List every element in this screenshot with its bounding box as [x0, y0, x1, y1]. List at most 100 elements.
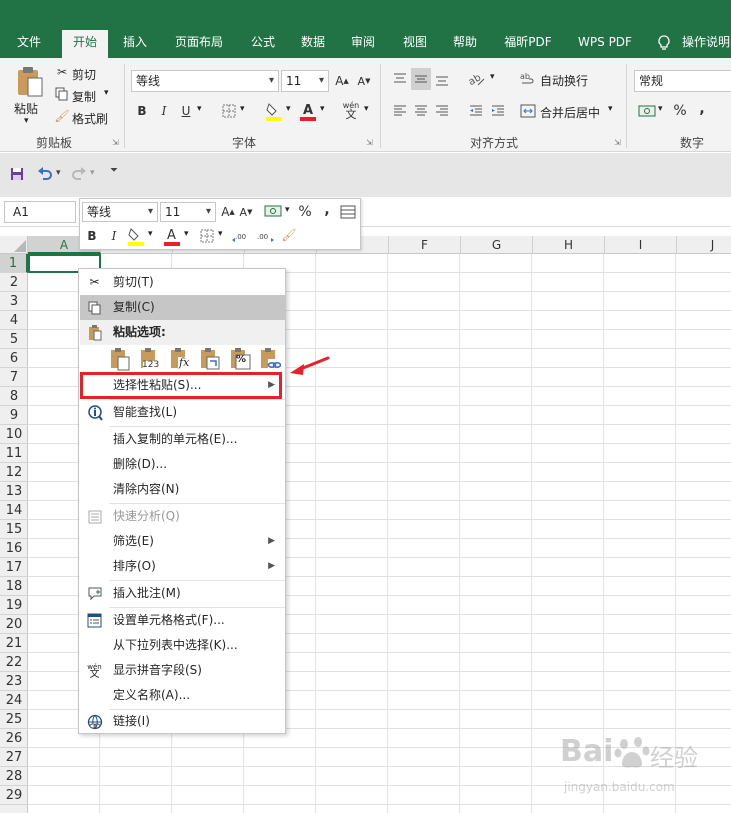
row-header-1[interactable]: 1 [0, 254, 28, 273]
tab-file[interactable]: 文件 [6, 30, 52, 58]
menu-item-delete[interactable]: 删除(D)... [80, 452, 285, 477]
row-header-12[interactable]: 12 [0, 463, 28, 482]
chevron-down-icon[interactable]: ▾ [285, 205, 290, 215]
mini-font-dropdown[interactable]: 等线 ▾ [82, 202, 158, 222]
column-header-f[interactable]: F [389, 236, 461, 254]
menu-item-format-cells[interactable]: 设置单元格格式(F)... [80, 608, 285, 633]
paste-formulas-icon[interactable]: fx [169, 347, 191, 371]
wrap-text-icon[interactable]: ab [518, 68, 538, 90]
tab-review[interactable]: 审阅 [340, 30, 386, 58]
border-icon[interactable] [220, 102, 238, 120]
increase-indent-icon[interactable] [488, 100, 508, 122]
mini-percent-button[interactable]: % [296, 203, 314, 221]
row-header-21[interactable]: 21 [0, 634, 28, 653]
row-header-9[interactable]: 9 [0, 406, 28, 425]
italic-button[interactable]: I [156, 102, 172, 120]
mini-size-dropdown[interactable]: 11 ▾ [160, 202, 216, 222]
save-icon[interactable] [8, 165, 26, 183]
orientation-icon[interactable]: ab [466, 68, 488, 90]
column-header-h[interactable]: H [533, 236, 605, 254]
row-header-2[interactable]: 2 [0, 273, 28, 292]
row-header-26[interactable]: 26 [0, 729, 28, 748]
chevron-down-icon[interactable]: ▾ [184, 229, 189, 239]
cut-button[interactable]: 剪切 [72, 66, 96, 83]
row-header-25[interactable]: 25 [0, 710, 28, 729]
row-header-29[interactable]: 29 [0, 786, 28, 805]
menu-item-cut[interactable]: ✂ 剪切(T) [80, 270, 285, 295]
row-header-23[interactable]: 23 [0, 672, 28, 691]
fill-color-icon[interactable] [264, 100, 284, 122]
shrink-font-icon[interactable]: A ▼ [238, 203, 254, 221]
chevron-down-icon[interactable]: ▾ [286, 104, 291, 114]
shrink-font-icon[interactable]: A ▼ [356, 72, 372, 90]
row-header-19[interactable]: 19 [0, 596, 28, 615]
menu-item-smart-lookup[interactable]: 智能查找(L) [80, 400, 285, 425]
chevron-down-icon[interactable]: ▾ [658, 104, 663, 114]
row-header-8[interactable]: 8 [0, 387, 28, 406]
row-header-28[interactable]: 28 [0, 767, 28, 786]
paste-default-icon[interactable] [109, 347, 131, 371]
row-header-10[interactable]: 10 [0, 425, 28, 444]
paste-values-icon[interactable]: 123 [139, 347, 161, 371]
paste-button[interactable]: 粘贴 [14, 100, 38, 117]
font-color-icon[interactable]: A [298, 100, 318, 122]
mini-bold-button[interactable]: B [84, 227, 100, 245]
grow-font-icon[interactable]: A ▲ [220, 203, 236, 221]
format-table-icon[interactable] [338, 203, 358, 221]
customize-qat-icon[interactable]: ⏷ [110, 165, 118, 176]
tab-wps-pdf[interactable]: WPS PDF [570, 30, 640, 58]
menu-item-filter[interactable]: 筛选(E) ▶ [80, 529, 285, 554]
column-header-j[interactable]: J [677, 236, 731, 254]
chevron-down-icon[interactable]: ▾ [320, 104, 325, 114]
copy-button[interactable]: 复制 [72, 88, 96, 105]
chevron-down-icon[interactable]: ▾ [490, 72, 495, 82]
row-header-3[interactable]: 3 [0, 292, 28, 311]
increase-decimal-icon[interactable]: .00 [230, 227, 252, 245]
align-center-icon[interactable] [411, 100, 431, 122]
row-header-7[interactable]: 7 [0, 368, 28, 387]
font-size-dropdown[interactable]: 11 ▾ [281, 70, 329, 92]
number-format-dropdown[interactable]: 常规 [634, 70, 731, 92]
chevron-down-icon[interactable]: ▾ [240, 104, 245, 114]
menu-item-insert-comment[interactable]: 插入批注(M) [80, 581, 285, 606]
menu-item-link[interactable]: 链接(I) [80, 709, 285, 734]
font-name-dropdown[interactable]: 等线 ▾ [131, 70, 279, 92]
menu-item-show-phonetic[interactable]: wén 文显示拼音字段(S) [80, 658, 285, 683]
dialog-launcher-icon[interactable]: ⇲ [614, 138, 621, 147]
wrap-text-button[interactable]: 自动换行 [540, 72, 588, 89]
chevron-down-icon[interactable]: ▾ [197, 104, 202, 114]
dialog-launcher-icon[interactable]: ⇲ [112, 138, 119, 147]
menu-item-sort[interactable]: 排序(O) ▶ [80, 554, 285, 579]
tab-foxit-pdf[interactable]: 福昕PDF [494, 30, 562, 58]
merge-center-button[interactable]: 合并后居中 [540, 104, 600, 121]
grow-font-icon[interactable]: A ▲ [334, 72, 350, 90]
menu-item-define-name[interactable]: 定义名称(A)... [80, 683, 285, 708]
row-header-17[interactable]: 17 [0, 558, 28, 577]
select-all-button[interactable] [0, 236, 28, 254]
tab-data[interactable]: 数据 [290, 30, 336, 58]
row-header-18[interactable]: 18 [0, 577, 28, 596]
tab-formulas[interactable]: 公式 [240, 30, 286, 58]
chevron-down-icon[interactable]: ▾ [90, 168, 95, 178]
undo-icon[interactable] [36, 163, 54, 183]
tab-insert[interactable]: 插入 [112, 30, 158, 58]
row-header-20[interactable]: 20 [0, 615, 28, 634]
chevron-down-icon[interactable]: ▾ [148, 229, 153, 239]
row-header-11[interactable]: 11 [0, 444, 28, 463]
paste-formatting-icon[interactable]: % [229, 347, 251, 371]
tab-help[interactable]: 帮助 [442, 30, 488, 58]
mini-italic-button[interactable]: I [106, 227, 122, 245]
chevron-down-icon[interactable]: ▾ [364, 104, 369, 114]
underline-button[interactable]: U [178, 102, 194, 120]
tab-page-layout[interactable]: 页面布局 [166, 30, 232, 58]
font-color-icon[interactable]: A [162, 225, 182, 247]
phonetic-guide-icon[interactable]: wén 文 [340, 98, 362, 122]
chevron-down-icon[interactable]: ▾ [104, 88, 109, 98]
tab-view[interactable]: 视图 [392, 30, 438, 58]
bold-button[interactable]: B [134, 102, 150, 120]
format-painter-icon[interactable]: 🖌 [278, 225, 300, 245]
menu-item-copy[interactable]: 复制(C) [80, 295, 285, 320]
row-header-16[interactable]: 16 [0, 539, 28, 558]
chevron-down-icon[interactable]: ▾ [56, 168, 61, 178]
decrease-decimal-icon[interactable]: .00 [254, 227, 276, 245]
